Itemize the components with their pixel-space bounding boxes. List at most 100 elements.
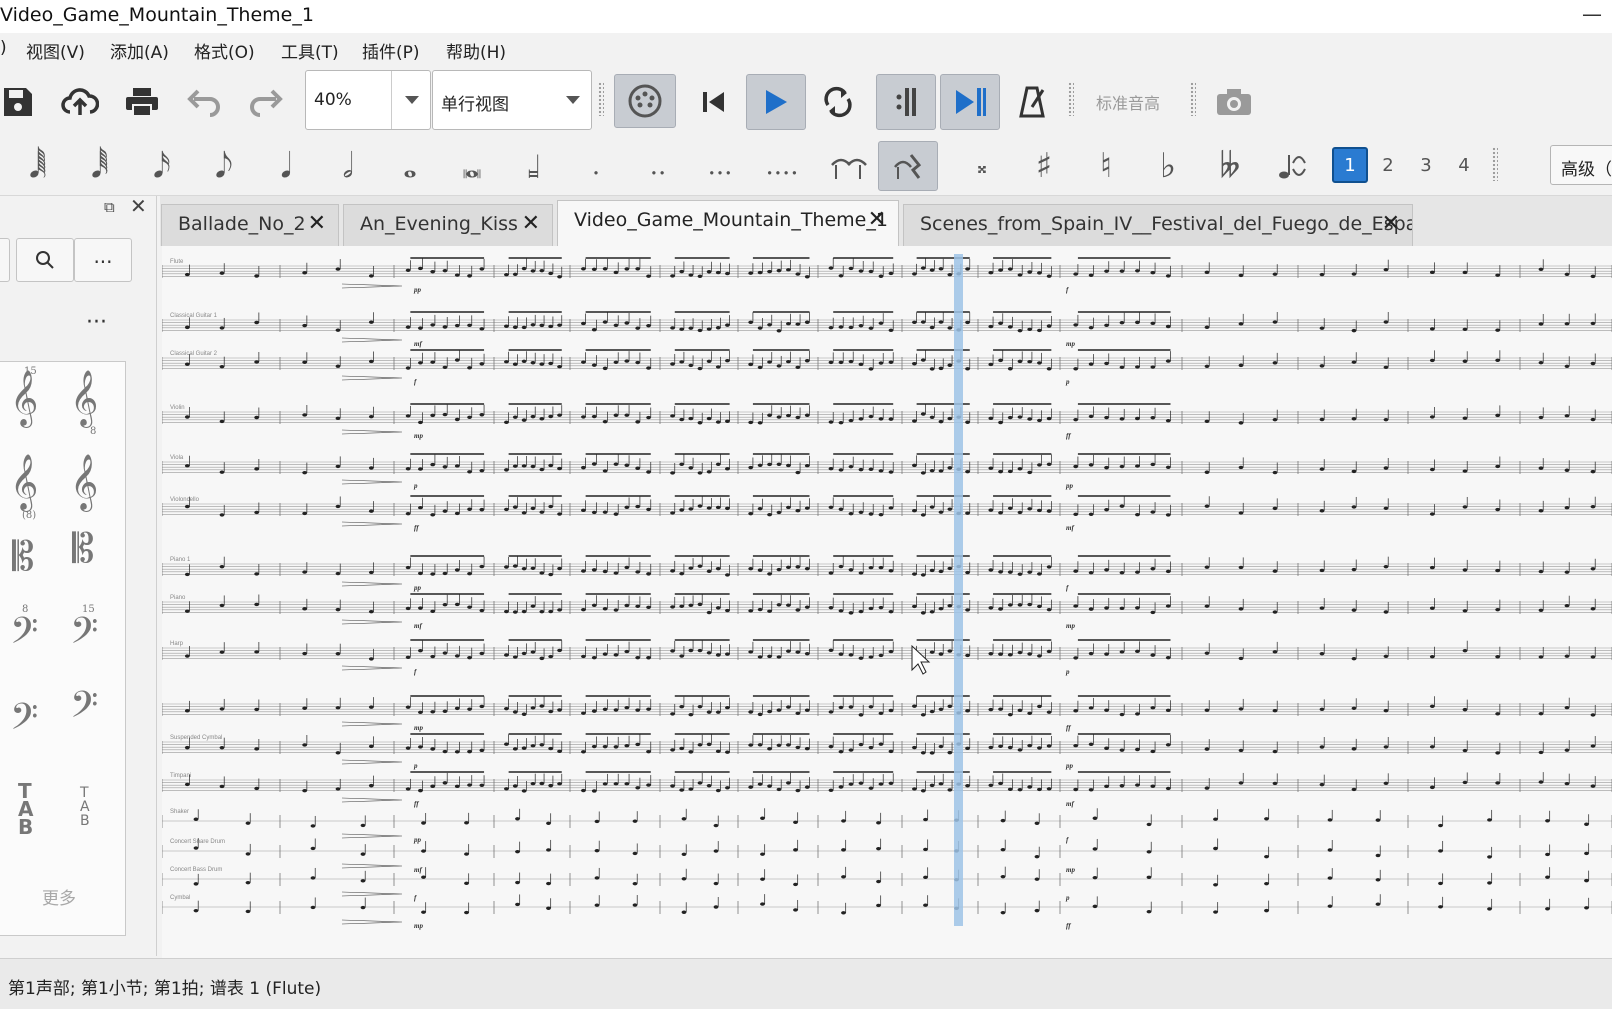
print-icon[interactable]	[114, 74, 170, 130]
note-head	[479, 362, 485, 366]
zoom-dropdown-arrow-icon[interactable]	[391, 71, 430, 129]
metronome-icon[interactable]	[1004, 74, 1060, 130]
augmentation-dot-icon[interactable]: .	[574, 141, 618, 191]
toolbar-grip-2[interactable]	[1068, 82, 1074, 116]
bass-15ma-clef[interactable]: 𝄢 15	[70, 604, 98, 661]
note-head	[878, 742, 884, 746]
midi-input-icon[interactable]	[614, 74, 676, 128]
cloud-upload-icon[interactable]	[52, 74, 108, 130]
double-dot-icon[interactable]: ..	[636, 141, 680, 191]
duration-eighth-icon[interactable]: 𝅘𝅥𝅮	[202, 141, 246, 191]
duration-32nd-icon[interactable]: 𝅘𝅥𝅱	[78, 141, 122, 191]
toolbar-grip[interactable]	[598, 82, 604, 116]
duration-longa-icon[interactable]: 𝆷	[512, 141, 556, 191]
menu-view[interactable]: 视图(V)	[26, 38, 85, 63]
menu-partial[interactable]: )	[0, 38, 7, 58]
voice-4-button[interactable]: 4	[1446, 147, 1482, 183]
note-head	[795, 745, 801, 750]
bass-clef[interactable]: 𝄢	[10, 696, 38, 747]
rest-icon[interactable]	[878, 141, 938, 191]
score-canvas[interactable]: Flutepp fClassical Guitar 1mf mpClassical …	[162, 246, 1612, 958]
flat-icon[interactable]: ♭	[1146, 141, 1190, 191]
palette-section-menu-icon[interactable]: ···	[86, 310, 107, 335]
close-tab-icon[interactable]: ✕	[1382, 211, 1400, 236]
note-head	[670, 649, 675, 653]
note-head	[430, 784, 436, 788]
toolbar-grip-3[interactable]	[1190, 82, 1196, 116]
note-head	[591, 363, 597, 367]
note-head	[479, 507, 485, 512]
rewind-icon[interactable]	[686, 74, 742, 130]
note-head	[539, 609, 545, 614]
notebar-grip[interactable]	[1492, 147, 1498, 181]
treble-clef[interactable]: 𝄞	[70, 454, 98, 511]
camera-icon[interactable]	[1206, 74, 1262, 130]
voice-2-button[interactable]: 2	[1370, 147, 1406, 183]
menu-add[interactable]: 添加(A)	[110, 38, 169, 63]
tab-small-clef[interactable]: TAB	[80, 786, 90, 828]
voice-1-button[interactable]: 1	[1332, 147, 1368, 183]
double-sharp-icon[interactable]: 𝄪	[960, 141, 1004, 191]
triple-dot-icon[interactable]: ...	[698, 141, 742, 191]
alto-clef[interactable]: 𝄡	[12, 534, 34, 580]
quadruple-dot-icon[interactable]: ....	[760, 141, 804, 191]
flip-direction-icon[interactable]	[1270, 141, 1314, 191]
zoom-select[interactable]: 40%	[305, 70, 431, 130]
baritone-clef[interactable]: 𝄢	[70, 684, 98, 735]
duration-64th-icon[interactable]: 𝅘𝅥𝅲	[16, 141, 60, 191]
sharp-icon[interactable]: ♯	[1022, 141, 1066, 191]
menu-help[interactable]: 帮助(H)	[446, 38, 506, 63]
redo-icon[interactable]	[238, 74, 294, 130]
tab-video-game-mountain-theme-1[interactable]: Video_Game_Mountain_Theme_1 ✕	[557, 200, 899, 246]
close-tab-icon[interactable]: ✕	[308, 211, 326, 236]
close-panel-icon[interactable]: ✕	[130, 194, 147, 218]
note-head	[521, 418, 527, 422]
menu-tools[interactable]: 工具(T)	[281, 38, 339, 63]
bass-8va-clef[interactable]: 𝄢 8	[10, 604, 38, 661]
advanced-workspace-select[interactable]: 高级（	[1550, 145, 1612, 185]
duration-16th-icon[interactable]: 𝅘𝅥𝅯	[140, 141, 184, 191]
view-mode-select[interactable]: 单行视图	[432, 70, 592, 130]
undock-icon[interactable]: ⧉	[104, 198, 115, 216]
minimize-button[interactable]: —	[1582, 2, 1602, 26]
note-head	[368, 466, 374, 470]
note-head	[1204, 419, 1210, 423]
palette-partial-button[interactable]	[0, 238, 10, 282]
menu-plugins[interactable]: 插件(P)	[362, 38, 420, 63]
duration-whole-icon[interactable]: 𝅝	[388, 141, 432, 191]
double-flat-icon[interactable]: 𝄫	[1208, 141, 1252, 191]
score-view[interactable]: Flute pp f Classical Guitar 1 mf mp Classical …	[162, 246, 1612, 958]
tie-icon[interactable]	[818, 141, 878, 191]
tab-ballade-no-2[interactable]: Ballade_No_2 ✕	[161, 204, 339, 246]
play-icon[interactable]	[746, 74, 806, 130]
palette-more-options-button[interactable]: ...	[74, 238, 132, 282]
note-head	[1495, 464, 1501, 469]
natural-icon[interactable]: ♮	[1084, 141, 1128, 191]
tenor-clef[interactable]: 𝄡	[72, 526, 94, 572]
loop-out-icon[interactable]	[940, 74, 1000, 130]
loop-in-icon[interactable]	[876, 74, 936, 130]
tab-an-evening-kiss[interactable]: An_Evening_Kiss ✕	[343, 204, 553, 246]
note-head	[1351, 706, 1357, 710]
tab-clef[interactable]: TAB	[18, 781, 33, 837]
loop-icon[interactable]	[810, 74, 866, 130]
treble-optional-8vb-clef[interactable]: 𝄞 (8)	[10, 454, 38, 521]
save-icon[interactable]	[0, 74, 46, 130]
undo-icon[interactable]	[176, 74, 232, 130]
palette-search-button[interactable]	[16, 238, 74, 282]
close-tab-icon[interactable]: ✕	[868, 207, 886, 232]
menu-format[interactable]: 格式(O)	[194, 38, 255, 63]
note-head	[998, 781, 1003, 786]
treble-8vb-clef[interactable]: 𝄞 8	[70, 370, 98, 437]
palette-more-button[interactable]: 更多	[42, 884, 76, 909]
view-mode-dropdown-arrow-icon[interactable]	[553, 71, 591, 129]
voice-3-button[interactable]: 3	[1408, 147, 1444, 183]
duration-quarter-icon[interactable]: 𝅘𝅥	[264, 141, 308, 191]
duration-breve-icon[interactable]: 𝅜	[450, 141, 494, 191]
duration-half-icon[interactable]: 𝅗𝅥	[326, 141, 370, 191]
treble-15ma-clef[interactable]: 𝄞 15	[10, 366, 38, 427]
tab-scenes-from-spain[interactable]: Scenes_from_Spain_IV__Festival_del_Fuego…	[903, 204, 1413, 246]
note-head	[1088, 706, 1094, 710]
standard-pitch-label[interactable]: 标准音高	[1096, 90, 1160, 114]
close-tab-icon[interactable]: ✕	[522, 211, 540, 236]
